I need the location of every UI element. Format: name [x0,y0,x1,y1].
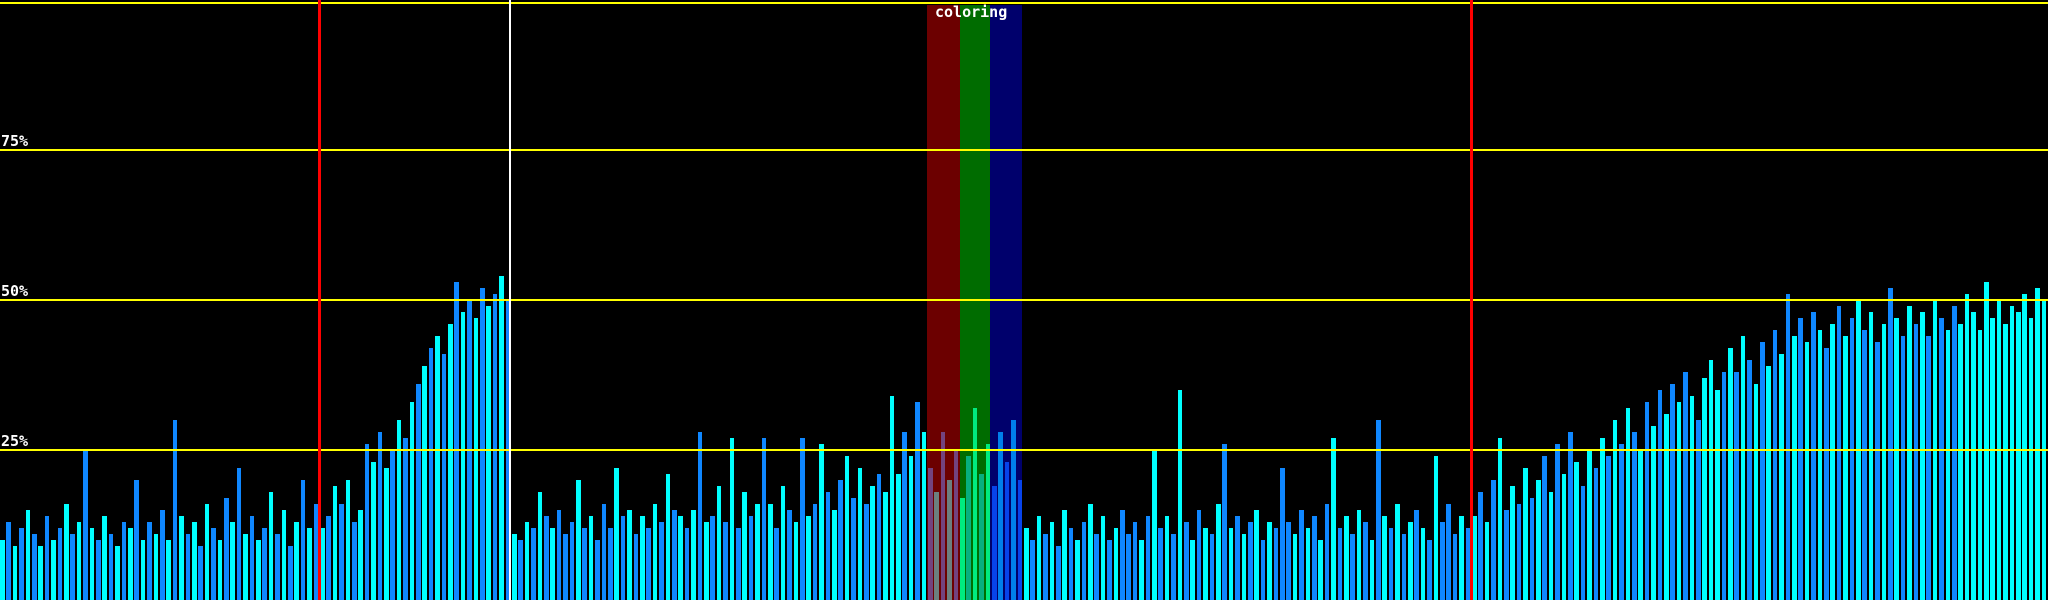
coloring-label: coloring [935,4,1007,20]
y-tick-label-50: 50% [1,283,28,299]
histogram-panel: 75% 50% 25% coloring [0,0,2048,600]
labels-layer: 75% 50% 25% coloring [0,0,2048,600]
y-tick-label-75: 75% [1,133,28,149]
y-tick-label-25: 25% [1,433,28,449]
